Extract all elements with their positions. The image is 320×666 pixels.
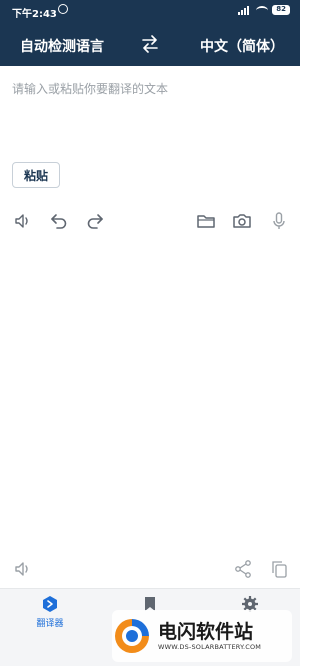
paste-button[interactable]: 粘贴 xyxy=(12,162,60,188)
camera-icon[interactable] xyxy=(231,210,253,232)
wifi-icon xyxy=(256,5,269,15)
battery-icon: 82 xyxy=(272,5,290,15)
redo-icon[interactable] xyxy=(84,210,106,232)
watermark: 电闪软件站 WWW.DS-SOLARBATTERY.COM xyxy=(112,610,292,662)
folder-icon[interactable] xyxy=(195,210,217,232)
status-bar: 下午2:43 82 xyxy=(0,0,300,22)
watermark-title: 电闪软件站 xyxy=(158,621,254,643)
alarm-icon xyxy=(58,4,68,14)
translator-icon xyxy=(43,596,57,612)
copy-icon[interactable] xyxy=(268,558,290,580)
source-text-input[interactable]: 请输入或粘贴你要翻译的文本 xyxy=(0,66,300,160)
speaker-icon[interactable] xyxy=(12,210,34,232)
share-icon[interactable] xyxy=(232,558,254,580)
speaker-icon[interactable] xyxy=(12,558,34,580)
target-language-selector[interactable]: 中文（简体） xyxy=(200,36,284,56)
nav-translator-label: 翻译器 xyxy=(36,619,64,629)
status-time: 下午2:43 xyxy=(12,9,57,20)
output-toolbar xyxy=(0,556,300,582)
signal-icon xyxy=(238,5,252,15)
watermark-url: WWW.DS-SOLARBATTERY.COM xyxy=(158,643,262,651)
status-indicators: 82 xyxy=(238,5,290,15)
undo-icon[interactable] xyxy=(48,210,70,232)
input-placeholder: 请输入或粘贴你要翻译的文本 xyxy=(12,82,169,96)
swap-languages-icon[interactable] xyxy=(140,35,160,53)
nav-translator[interactable]: 翻译器 xyxy=(10,595,90,629)
microphone-icon[interactable] xyxy=(268,210,290,232)
app-header: 下午2:43 82 自动检测语言 中文（简体） xyxy=(0,0,300,66)
language-bar: 自动检测语言 中文（简体） xyxy=(0,30,300,62)
source-language-selector[interactable]: 自动检测语言 xyxy=(20,36,104,56)
watermark-logo xyxy=(115,619,149,653)
